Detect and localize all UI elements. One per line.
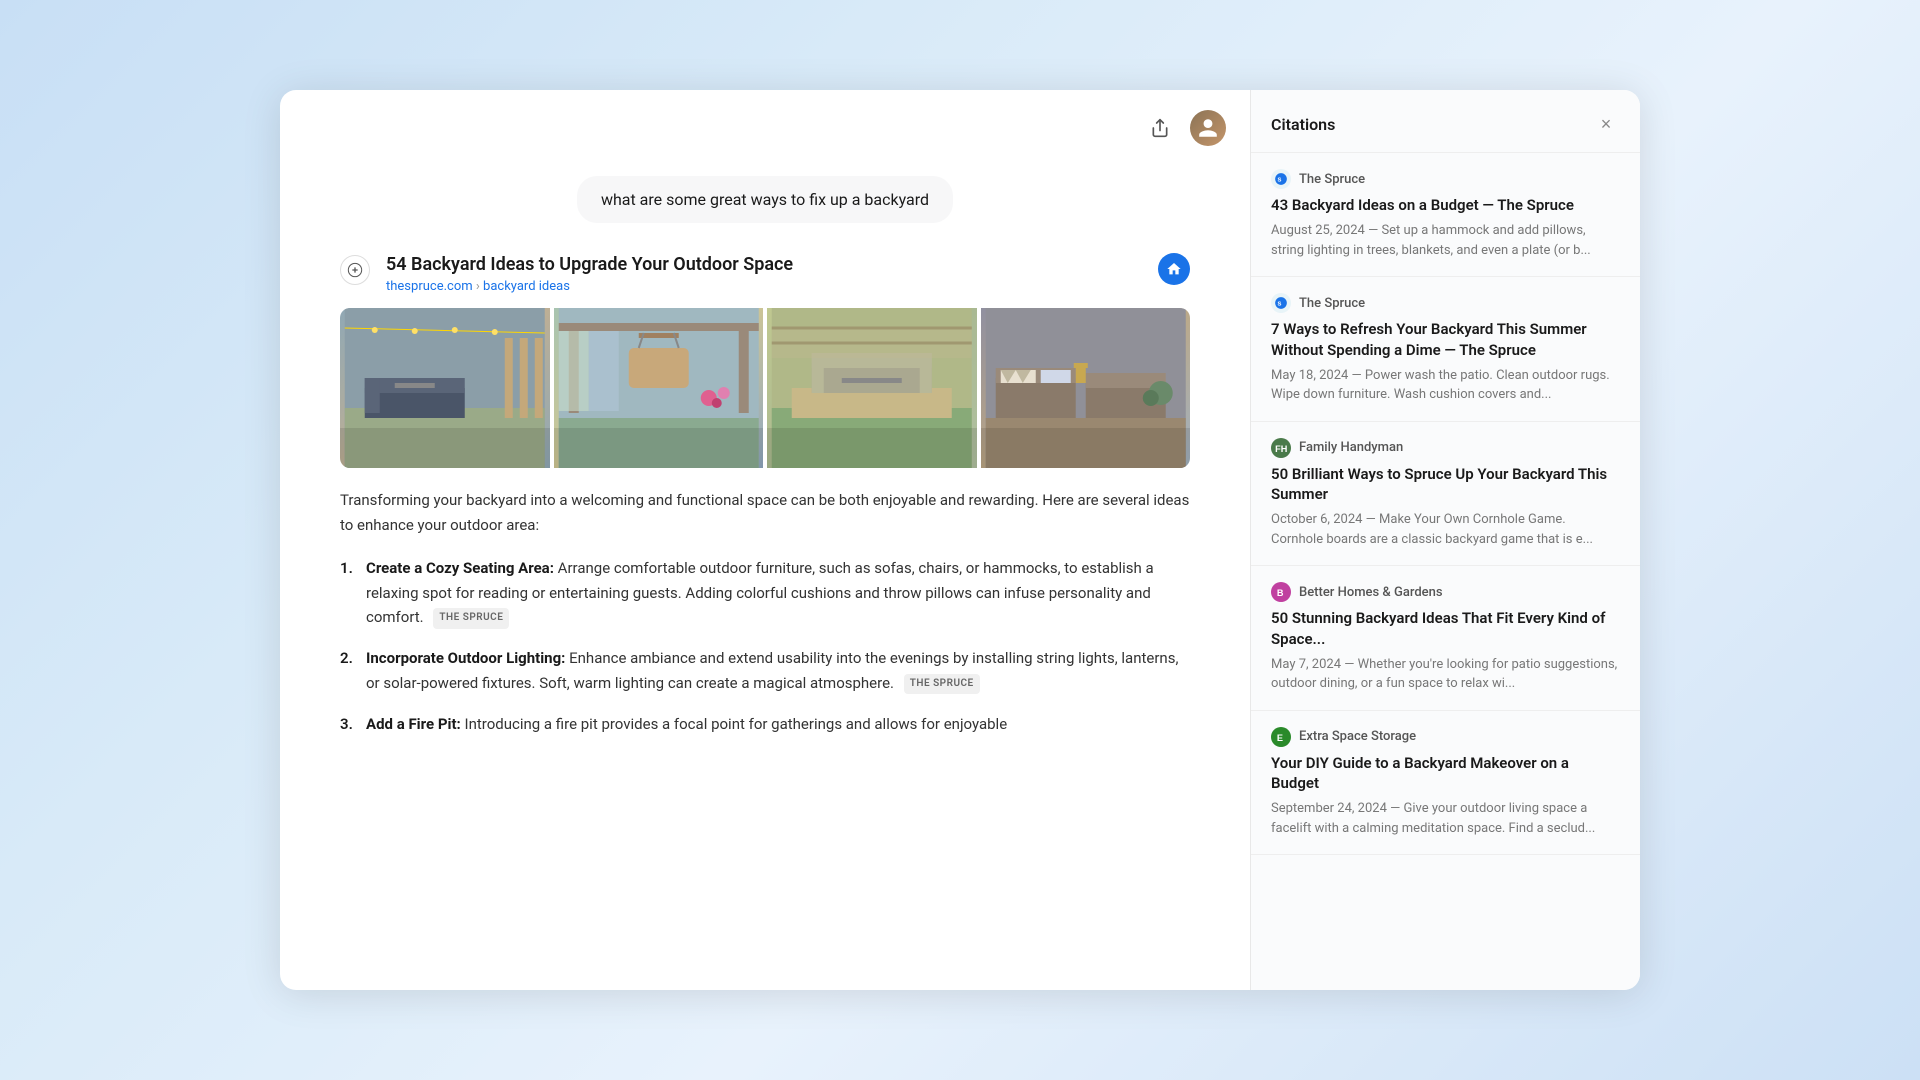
source-icon-bhg: B xyxy=(1271,582,1291,602)
result-header: 54 Backyard Ideas to Upgrade Your Outdoo… xyxy=(340,253,1190,294)
citation-item[interactable]: E Extra Space Storage Your DIY Guide to … xyxy=(1251,711,1640,856)
list-num: 2. xyxy=(340,646,360,696)
citation-snippet: May 7, 2024 — Whether you're looking for… xyxy=(1271,655,1620,694)
home-icon-button[interactable] xyxy=(1158,253,1190,285)
citation-badge-2[interactable]: THE SPRUCE xyxy=(904,674,980,695)
top-bar xyxy=(280,90,1250,166)
result-body: Transforming your backyard into a welcom… xyxy=(340,488,1190,736)
citation-source: FH Family Handyman xyxy=(1271,438,1620,458)
citation-link[interactable]: 43 Backyard Ideas on a Budget — The Spru… xyxy=(1271,195,1620,215)
list-body-text: Introducing a fire pit provides a focal … xyxy=(465,715,1008,733)
list-term: Create a Cozy Seating Area: xyxy=(366,559,554,577)
citation-snippet: October 6, 2024 — Make Your Own Cornhole… xyxy=(1271,510,1620,549)
citations-list: S The Spruce 43 Backyard Ideas on a Budg… xyxy=(1251,153,1640,990)
list-term: Add a Fire Pit: xyxy=(366,715,461,733)
citation-item[interactable]: S The Spruce 7 Ways to Refresh Your Back… xyxy=(1251,277,1640,422)
list-item: 1. Create a Cozy Seating Area: Arrange c… xyxy=(340,556,1190,630)
source-icon-spruce-2: S xyxy=(1271,293,1291,313)
result-area: 54 Backyard Ideas to Upgrade Your Outdoo… xyxy=(280,253,1250,736)
citation-source: E Extra Space Storage xyxy=(1271,727,1620,747)
citation-source: B Better Homes & Gardens xyxy=(1271,582,1620,602)
citations-title: Citations xyxy=(1271,115,1335,134)
result-list: 1. Create a Cozy Seating Area: Arrange c… xyxy=(340,556,1190,737)
list-content: Add a Fire Pit: Introducing a fire pit p… xyxy=(366,712,1190,737)
result-image-3 xyxy=(767,308,977,468)
svg-text:FH: FH xyxy=(1275,444,1287,454)
query-bubble: what are some great ways to fix up a bac… xyxy=(280,166,1250,253)
svg-text:S: S xyxy=(1278,177,1282,183)
left-panel: what are some great ways to fix up a bac… xyxy=(280,90,1250,990)
source-icon-spruce: S xyxy=(1271,169,1291,189)
list-item: 2. Incorporate Outdoor Lighting: Enhance… xyxy=(340,646,1190,696)
source-name: Family Handyman xyxy=(1299,440,1403,455)
citation-snippet: May 18, 2024 — Power wash the patio. Cle… xyxy=(1271,366,1620,405)
source-icon-ess: E xyxy=(1271,727,1291,747)
result-title-block: 54 Backyard Ideas to Upgrade Your Outdoo… xyxy=(386,253,1142,294)
result-image-2 xyxy=(554,308,764,468)
image-grid xyxy=(340,308,1190,468)
avatar[interactable] xyxy=(1190,110,1226,146)
list-num: 1. xyxy=(340,556,360,630)
svg-text:B: B xyxy=(1277,588,1284,598)
citation-link[interactable]: Your DIY Guide to a Backyard Makeover on… xyxy=(1271,753,1620,794)
citation-snippet: August 25, 2024 — Set up a hammock and a… xyxy=(1271,221,1620,260)
list-item: 3. Add a Fire Pit: Introducing a fire pi… xyxy=(340,712,1190,737)
citations-panel: Citations × S The Spruce 43 Backyard Ide… xyxy=(1250,90,1640,990)
chatgpt-icon xyxy=(340,255,370,285)
source-name: The Spruce xyxy=(1299,172,1365,187)
citation-badge-1[interactable]: THE SPRUCE xyxy=(433,608,509,629)
citation-snippet: September 24, 2024 — Give your outdoor l… xyxy=(1271,799,1620,838)
query-text: what are some great ways to fix up a bac… xyxy=(577,176,953,223)
citation-item[interactable]: FH Family Handyman 50 Brilliant Ways to … xyxy=(1251,422,1640,567)
citation-source: S The Spruce xyxy=(1271,293,1620,313)
source-name: The Spruce xyxy=(1299,296,1365,311)
list-content: Create a Cozy Seating Area: Arrange comf… xyxy=(366,556,1190,630)
list-num: 3. xyxy=(340,712,360,737)
citation-item[interactable]: B Better Homes & Gardens 50 Stunning Bac… xyxy=(1251,566,1640,711)
result-breadcrumb[interactable]: thespruce.com › backyard ideas xyxy=(386,279,1142,294)
list-content: Incorporate Outdoor Lighting: Enhance am… xyxy=(366,646,1190,696)
result-image-4 xyxy=(981,308,1191,468)
citation-link[interactable]: 50 Brilliant Ways to Spruce Up Your Back… xyxy=(1271,464,1620,505)
result-image-1 xyxy=(340,308,550,468)
citation-link[interactable]: 7 Ways to Refresh Your Backyard This Sum… xyxy=(1271,319,1620,360)
source-name: Extra Space Storage xyxy=(1299,729,1416,744)
citation-link[interactable]: 50 Stunning Backyard Ideas That Fit Ever… xyxy=(1271,608,1620,649)
source-icon-fh: FH xyxy=(1271,438,1291,458)
source-name: Better Homes & Gardens xyxy=(1299,585,1443,600)
close-button[interactable]: × xyxy=(1592,110,1620,138)
citations-header: Citations × xyxy=(1251,90,1640,153)
svg-text:E: E xyxy=(1277,733,1283,743)
citation-item[interactable]: S The Spruce 43 Backyard Ideas on a Budg… xyxy=(1251,153,1640,277)
svg-text:S: S xyxy=(1278,302,1282,308)
result-title: 54 Backyard Ideas to Upgrade Your Outdoo… xyxy=(386,253,1142,277)
list-term: Incorporate Outdoor Lighting: xyxy=(366,649,565,667)
result-intro: Transforming your backyard into a welcom… xyxy=(340,488,1190,538)
share-button[interactable] xyxy=(1142,110,1178,146)
citation-source: S The Spruce xyxy=(1271,169,1620,189)
